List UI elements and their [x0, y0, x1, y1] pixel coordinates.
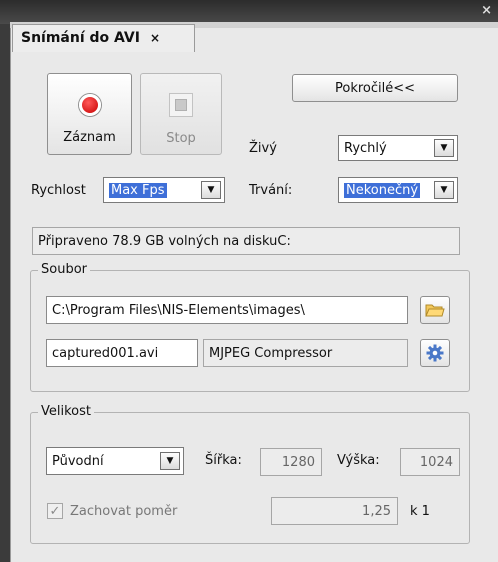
record-button[interactable]: Záznam	[47, 73, 132, 155]
keep-ratio-label: Zachovat poměr	[70, 504, 178, 519]
chevron-down-icon: ▼	[434, 139, 454, 157]
chevron-down-icon: ▼	[434, 181, 454, 199]
speed-select[interactable]: Max Fps ▼	[103, 177, 225, 203]
stop-button[interactable]: Stop	[140, 73, 222, 155]
speed-value: Max Fps	[109, 182, 167, 198]
compressor-settings-button[interactable]	[420, 339, 450, 367]
top-bar	[0, 0, 498, 24]
height-label: Výška:	[337, 453, 380, 468]
height-field: 1024	[400, 448, 460, 476]
speed-label: Rychlost	[31, 183, 86, 198]
tab-close-icon[interactable]: ×	[150, 31, 160, 45]
file-name-input[interactable]: captured001.avi	[46, 339, 198, 367]
live-mode-select[interactable]: Rychlý ▼	[338, 135, 458, 161]
chevron-down-icon: ▼	[201, 181, 221, 199]
duration-value: Nekonečný	[344, 182, 421, 198]
width-label: Šířka:	[205, 453, 242, 468]
folder-icon	[425, 304, 445, 317]
record-label: Záznam	[63, 129, 116, 145]
compressor-field: MJPEG Compressor	[203, 339, 408, 367]
file-path-input[interactable]: C:\Program Files\NIS-Elements\images\	[46, 296, 408, 324]
record-icon	[78, 93, 101, 116]
width-field: 1280	[260, 448, 322, 476]
disk-status: Připraveno 78.9 GB volných na diskuC:	[32, 227, 460, 255]
file-group-legend: Soubor	[38, 262, 90, 277]
chevron-down-icon: ▼	[160, 452, 180, 470]
duration-select[interactable]: Nekonečný ▼	[338, 177, 458, 203]
gear-icon	[426, 344, 444, 362]
advanced-button[interactable]: Pokročilé<<	[292, 74, 458, 102]
size-mode-select[interactable]: Původní ▼	[46, 447, 184, 475]
keep-ratio-checkbox[interactable]: ✓	[47, 503, 63, 519]
file-group	[30, 270, 470, 392]
live-mode-value: Rychlý	[344, 140, 387, 156]
tab-capture-avi[interactable]: Snímání do AVI ×	[12, 24, 195, 52]
stop-icon	[175, 98, 187, 111]
stop-icon-frame	[169, 92, 193, 117]
browse-folder-button[interactable]	[420, 296, 450, 324]
ratio-field: 1,25	[271, 497, 398, 525]
size-mode-value: Původní	[52, 453, 104, 469]
ratio-suffix: k 1	[410, 504, 430, 519]
tab-title: Snímání do AVI	[21, 30, 140, 46]
advanced-label: Pokročilé<<	[334, 80, 416, 96]
live-label: Živý	[249, 141, 277, 156]
duration-label: Trvání:	[249, 183, 293, 198]
size-group	[30, 412, 470, 544]
size-group-legend: Velikost	[38, 404, 94, 419]
stop-label: Stop	[166, 130, 196, 146]
window-close-button[interactable]: ×	[481, 3, 492, 18]
